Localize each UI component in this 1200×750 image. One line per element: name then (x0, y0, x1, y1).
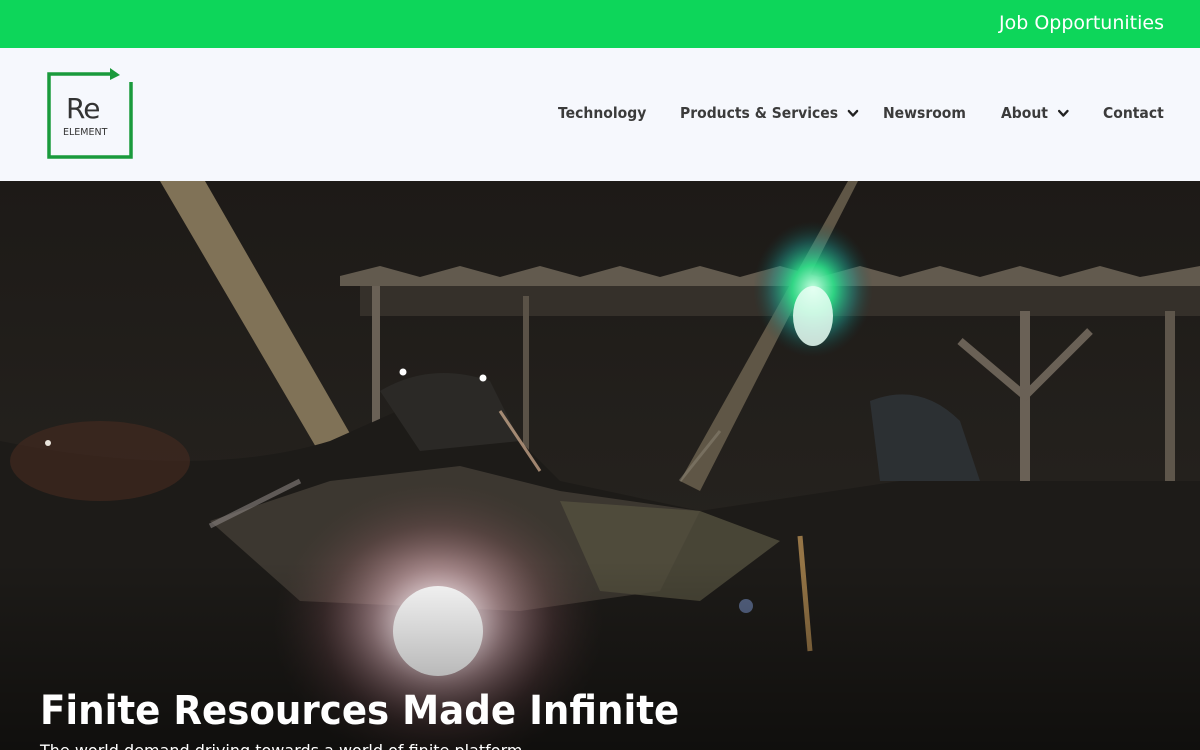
hero-title: Finite Resources Made Infinite (40, 688, 680, 734)
nav-item-contact[interactable]: Contact (1103, 104, 1164, 122)
nav-item-products-services[interactable]: Products & Services (680, 104, 860, 122)
site-header: Re ELEMENT Technology Products & Service… (0, 48, 1200, 181)
nav-item-label: About (1001, 104, 1048, 122)
hero-subtitle: The world demand driving towards a world… (40, 741, 522, 750)
nav-item-label: Technology (558, 104, 647, 122)
job-opportunities-link[interactable]: Job Opportunities (999, 12, 1164, 34)
nav-item-label: Products & Services (680, 104, 839, 122)
nav-item-about[interactable]: About (1001, 104, 1070, 122)
nav-item-newsroom[interactable]: Newsroom (883, 104, 966, 122)
chevron-down-icon (1057, 109, 1069, 117)
main-nav: Technology Products & Services Newsroom … (0, 48, 1200, 181)
nav-item-label: Contact (1103, 104, 1164, 122)
hero-background-image (0, 181, 1200, 750)
nav-item-label: Newsroom (883, 104, 966, 122)
nav-item-technology[interactable]: Technology (558, 104, 646, 122)
top-bar: Job Opportunities (0, 0, 1200, 48)
chevron-down-icon (847, 109, 859, 117)
hero-section: Finite Resources Made Infinite The world… (0, 181, 1200, 750)
